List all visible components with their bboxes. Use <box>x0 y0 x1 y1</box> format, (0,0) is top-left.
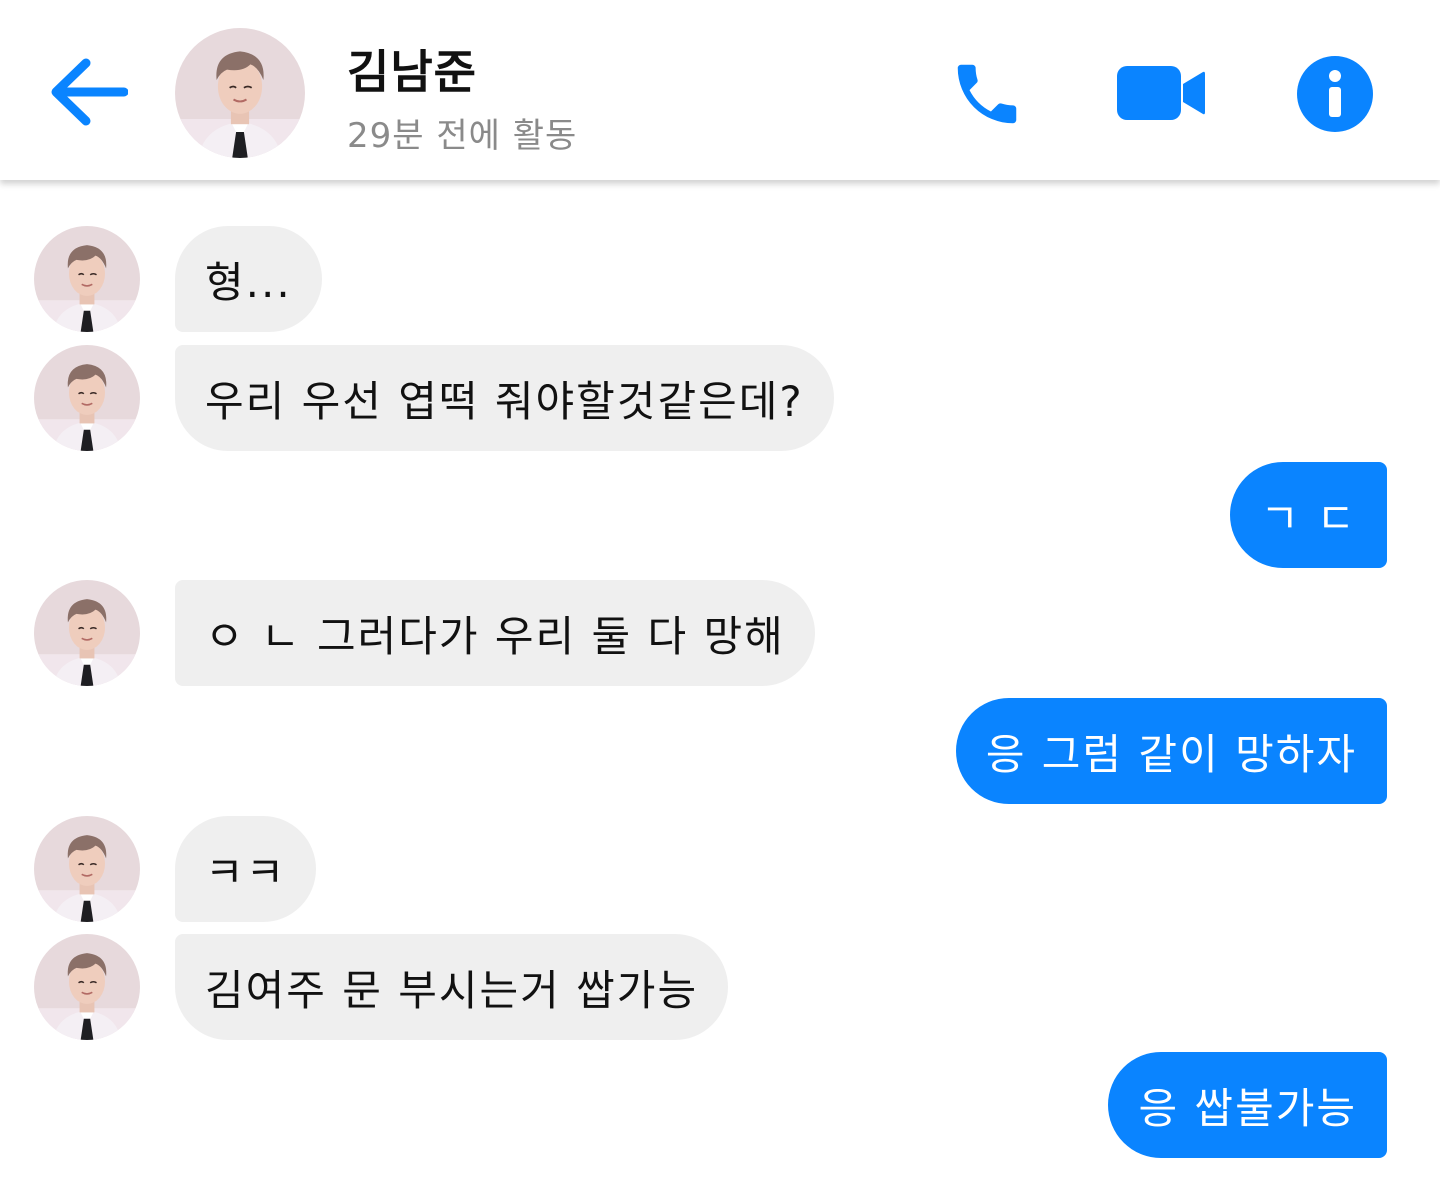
incoming-message[interactable]: ㅋㅋ <box>175 816 317 922</box>
arrow-left-icon <box>51 58 129 126</box>
avatar[interactable] <box>34 580 140 686</box>
avatar[interactable] <box>34 816 140 922</box>
info-button[interactable] <box>1295 54 1375 134</box>
voice-call-button[interactable] <box>945 55 1029 133</box>
incoming-message[interactable]: 형... <box>175 226 322 332</box>
outgoing-message[interactable]: 응 그럼 같이 망하자 <box>955 698 1387 804</box>
info-icon <box>1297 56 1373 132</box>
outgoing-message[interactable]: 응 쌉불가능 <box>1108 1052 1387 1158</box>
chat-screen: 김남준 29분 전에 활동 형... 우리 우선 엽떡 줘야할것같은데? ㄱ ㄷ <box>0 0 1440 1193</box>
avatar[interactable] <box>34 345 140 451</box>
incoming-message[interactable]: 김여주 문 부시는거 쌉가능 <box>175 934 729 1040</box>
active-status: 29분 전에 활동 <box>347 116 578 156</box>
incoming-message[interactable]: 우리 우선 엽떡 줘야할것같은데? <box>175 345 834 451</box>
contact-name[interactable]: 김남준 <box>347 36 477 102</box>
video-call-button[interactable] <box>1115 62 1207 124</box>
video-camera-icon <box>1117 66 1205 120</box>
incoming-message[interactable]: ㅇ ㄴ 그러다가 우리 둘 다 망해 <box>175 580 815 686</box>
chat-header: 김남준 29분 전에 활동 <box>0 0 1440 180</box>
phone-icon <box>957 64 1017 124</box>
avatar[interactable] <box>175 28 305 158</box>
outgoing-message[interactable]: ㄱ ㄷ <box>1230 462 1387 568</box>
avatar[interactable] <box>34 226 140 332</box>
avatar[interactable] <box>34 934 140 1040</box>
back-button[interactable] <box>48 55 129 129</box>
